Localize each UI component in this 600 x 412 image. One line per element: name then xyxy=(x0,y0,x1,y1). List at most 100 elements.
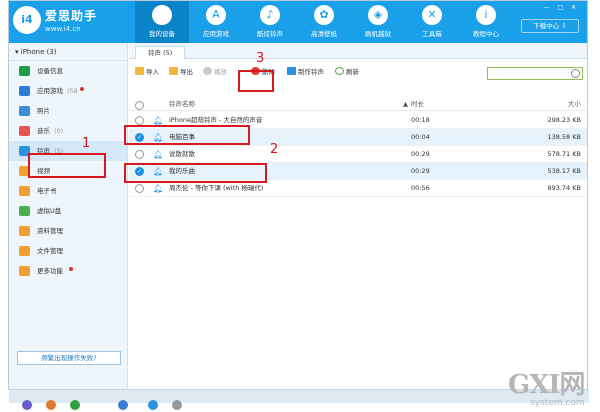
sidebar-item-more[interactable]: 更多功能 xyxy=(9,261,127,281)
import-icon xyxy=(135,67,144,75)
nav-label: 酷炫铃声 xyxy=(257,30,283,38)
udisk-icon xyxy=(19,206,30,216)
bell-plus-icon xyxy=(287,67,296,75)
nav-wallpapers[interactable]: ✿ 高清壁纸 xyxy=(297,1,351,43)
sort-icon[interactable]: ▲ xyxy=(403,97,408,111)
sidebar-item-contacts[interactable]: 资料管理 xyxy=(9,221,127,241)
sidebar-item-label: 应用游戏 xyxy=(37,87,63,95)
row-checkbox[interactable] xyxy=(135,116,144,125)
sidebar-item-label: 文件管理 xyxy=(37,247,63,255)
ringtone-size: 138.58 KB xyxy=(547,133,581,141)
nav-apps[interactable]: A 应用游戏 xyxy=(189,1,243,43)
ringtone-duration: 00:56 xyxy=(411,184,430,192)
table-header: 铃声名称 ▲ 时长 大小 xyxy=(129,97,587,111)
make-ringtone-button[interactable]: 制作铃声 xyxy=(287,65,324,79)
header-size[interactable]: 大小 xyxy=(529,97,581,111)
header-duration[interactable]: 时长 xyxy=(411,97,424,111)
sidebar-item-info[interactable]: 设备信息 xyxy=(9,61,127,81)
taskbar-app-icon[interactable] xyxy=(46,400,56,410)
sidebar-item-book[interactable]: 电子书 xyxy=(9,181,127,201)
notification-dot xyxy=(69,267,73,271)
annotation-number-3: 3 xyxy=(256,51,265,66)
export-icon xyxy=(169,67,178,75)
nav-toolbox[interactable]: ✕ 工具箱 xyxy=(405,1,459,43)
nav-label: 高清壁纸 xyxy=(311,30,337,38)
sidebar-item-music[interactable]: 音乐 (0) xyxy=(9,121,127,141)
taskbar-app-icon[interactable] xyxy=(118,400,128,410)
toolbar: 导入 导出 播放 删除 制作铃声 刷新 xyxy=(129,61,587,83)
nav-tutorials[interactable]: i 教程中心 xyxy=(459,1,513,43)
nav-label: 我的设备 xyxy=(149,30,175,38)
tab-ringtones[interactable]: 铃声 (5) xyxy=(135,46,186,59)
sidebar-item-photo[interactable]: 照片 xyxy=(9,101,127,121)
appstore-icon: A xyxy=(206,5,226,25)
search-input[interactable] xyxy=(487,67,583,80)
refresh-icon xyxy=(335,67,344,75)
ringtone-duration: 00:04 xyxy=(411,133,430,141)
sidebar-item-appstore[interactable]: 应用游戏 (58 xyxy=(9,81,127,101)
app-window: i4 爱思助手 www.i4.cn — □ ✕ 我的设备 A 应用游戏 ♪ 酷炫… xyxy=(8,0,589,403)
notification-dot xyxy=(79,87,84,91)
photo-icon xyxy=(19,106,30,116)
sidebar-item-label: 虚拟U盘 xyxy=(37,207,62,215)
row-checkbox[interactable] xyxy=(135,150,144,159)
sidebar-item-label: 更多功能 xyxy=(37,267,63,275)
main-nav: 我的设备 A 应用游戏 ♪ 酷炫铃声 ✿ 高清壁纸 ◈ 刷机越狱 ✕ 工具箱 i… xyxy=(135,1,513,43)
refresh-button[interactable]: 刷新 xyxy=(335,65,359,79)
ringtone-size: 893.74 KB xyxy=(547,184,581,192)
sidebar-item-udisk[interactable]: 虚拟U盘 xyxy=(9,201,127,221)
nav-ringtones[interactable]: ♪ 酷炫铃声 xyxy=(243,1,297,43)
book-icon xyxy=(19,186,30,196)
ringtone-duration: 00:29 xyxy=(411,150,430,158)
box-icon: ◈ xyxy=(368,5,388,25)
nav-flash[interactable]: ◈ 刷机越狱 xyxy=(351,1,405,43)
nav-label: 应用游戏 xyxy=(203,30,229,38)
watermark-sub: system.com xyxy=(530,398,585,408)
brand-name: 爱思助手 xyxy=(45,9,98,23)
taskbar-app-icon[interactable] xyxy=(172,400,182,410)
ringtone-size: 538.17 KB xyxy=(547,167,581,175)
wrench-icon: ✕ xyxy=(422,5,442,25)
bell-icon: ♪ xyxy=(260,5,280,25)
window-controls[interactable]: — □ ✕ xyxy=(543,4,579,11)
play-button[interactable]: 播放 xyxy=(203,65,227,79)
appstore-icon xyxy=(19,86,30,96)
annotation-number-1: 1 xyxy=(82,136,91,151)
row-checkbox[interactable] xyxy=(135,184,144,193)
info-icon: i xyxy=(476,5,496,25)
sidebar-item-folder[interactable]: 文件管理 xyxy=(9,241,127,261)
help-button[interactable]: 频繁出现操作失败? xyxy=(17,351,121,365)
folder-icon xyxy=(19,246,30,256)
watermark-main: GXI网 xyxy=(508,370,586,400)
annotation-box-ringtone-menu xyxy=(28,153,106,178)
play-icon xyxy=(203,67,212,75)
annotation-box-row-2 xyxy=(124,125,250,145)
taskbar-app-icon[interactable] xyxy=(148,400,158,410)
select-all-checkbox[interactable] xyxy=(135,101,144,110)
sidebar-item-label: 音乐 xyxy=(37,127,50,135)
nav-label: 工具箱 xyxy=(422,30,442,38)
bell-icon: 🔔︎ xyxy=(153,116,164,125)
import-button[interactable]: 导入 xyxy=(135,65,159,79)
device-selector[interactable]: ▾ iPhone (3) xyxy=(9,43,127,61)
music-icon xyxy=(19,126,30,136)
taskbar-app-icon[interactable] xyxy=(70,400,80,410)
flower-icon: ✿ xyxy=(314,5,334,25)
ringtone-duration: 00:18 xyxy=(411,116,430,124)
taskbar-app-icon[interactable] xyxy=(22,400,32,410)
ringtone-duration: 00:29 xyxy=(411,167,430,175)
table-row[interactable]: 🔔︎ 说散就散 00:29 578.71 KB xyxy=(129,146,587,163)
bell-icon: 🔔︎ xyxy=(153,184,164,193)
annotation-box-row-4 xyxy=(124,163,267,183)
apple-icon xyxy=(152,5,172,25)
nav-my-device[interactable]: 我的设备 xyxy=(135,1,189,43)
site-watermark: GXI网 system.com xyxy=(508,364,600,412)
contacts-icon xyxy=(19,226,30,236)
export-button[interactable]: 导出 xyxy=(169,65,193,79)
header-name[interactable]: 铃声名称 xyxy=(169,97,195,111)
download-center-button[interactable]: 下载中心 ⇩ xyxy=(521,19,579,33)
sidebar-item-label: 电子书 xyxy=(37,187,57,195)
ringtone-name: 说散就散 xyxy=(169,150,195,158)
app-logo: i4 xyxy=(13,6,41,34)
brand-url: www.i4.cn xyxy=(45,25,81,33)
